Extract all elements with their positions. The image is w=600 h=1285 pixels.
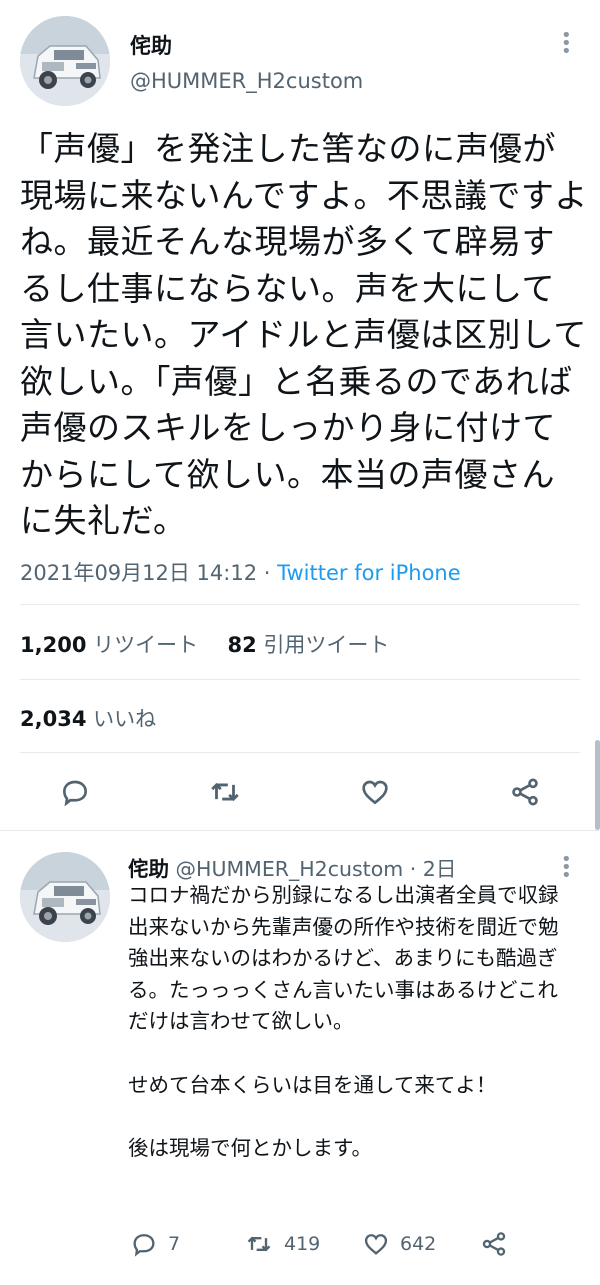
reply-retweet-action[interactable]: 419 bbox=[244, 1230, 320, 1258]
reply-retweet-count: 419 bbox=[284, 1233, 321, 1255]
author-name[interactable]: 侘助 bbox=[130, 30, 172, 60]
share-icon bbox=[482, 1232, 506, 1256]
divider bbox=[20, 604, 580, 605]
reply-author-avatar[interactable] bbox=[20, 852, 110, 942]
tweet-timestamp[interactable]: 2021年09月12日 14:12 bbox=[20, 561, 257, 585]
reply-like-action[interactable]: 642 bbox=[362, 1230, 436, 1258]
divider bbox=[20, 752, 580, 753]
tweet-meta: 2021年09月12日 14:12 · Twitter for iPhone bbox=[20, 557, 461, 587]
reply-author-handle[interactable]: @HUMMER_H2custom bbox=[176, 857, 404, 881]
reply-age[interactable]: · 2日 bbox=[410, 857, 457, 881]
heart-icon bbox=[364, 1234, 388, 1255]
reply-icon bbox=[133, 1234, 155, 1257]
quotes-label: 引用ツイート bbox=[263, 633, 390, 657]
reply-header: 侘助 @HUMMER_H2custom · 2日 bbox=[128, 852, 456, 882]
retweet-icon bbox=[247, 1236, 271, 1252]
reply-text: コロナ禍だから別録になるし出演者全員で収録出来ないから先輩声優の所作や技術を間近… bbox=[128, 883, 559, 1160]
reply-author-name[interactable]: 侘助 bbox=[128, 857, 169, 881]
reply-reply-count: 7 bbox=[168, 1233, 181, 1255]
retweet-stats: 1,200 リツイート 82 引用ツイート bbox=[20, 629, 389, 659]
reply-reply-action[interactable]: 7 bbox=[130, 1230, 180, 1258]
reply-like-count: 642 bbox=[400, 1233, 437, 1255]
retweet-icon[interactable] bbox=[208, 775, 242, 809]
likes-count: 2,034 bbox=[20, 707, 87, 731]
more-vertical-icon[interactable]: • • • bbox=[561, 851, 572, 885]
reply-icon[interactable] bbox=[58, 775, 92, 809]
retweets-label: リツイート bbox=[93, 633, 199, 657]
tweet-source-link[interactable]: Twitter for iPhone bbox=[277, 561, 461, 585]
likes-label: いいね bbox=[93, 707, 157, 731]
retweets-count: 1,200 bbox=[20, 633, 87, 657]
quotes-count: 82 bbox=[227, 633, 257, 657]
meta-separator: · bbox=[263, 561, 271, 585]
share-icon[interactable] bbox=[508, 775, 542, 809]
tweet-text: 「声優」を発注した筈なのに声優が現場に来ないんですよ。不思議ですよね。最近そんな… bbox=[20, 129, 588, 540]
scrollbar[interactable] bbox=[595, 740, 600, 830]
reply-share-action[interactable] bbox=[480, 1230, 508, 1258]
quotes-stat[interactable]: 82 引用ツイート bbox=[228, 633, 390, 657]
author-handle[interactable]: @HUMMER_H2custom bbox=[130, 69, 363, 93]
divider bbox=[20, 679, 580, 680]
heart-icon[interactable] bbox=[358, 775, 392, 809]
more-vertical-icon[interactable]: • • • bbox=[561, 27, 572, 61]
author-avatar[interactable] bbox=[20, 16, 110, 106]
likes-stat[interactable]: 2,034 いいね bbox=[20, 703, 156, 733]
section-divider bbox=[0, 830, 600, 831]
retweets-stat[interactable]: 1,200 リツイート bbox=[20, 633, 205, 657]
